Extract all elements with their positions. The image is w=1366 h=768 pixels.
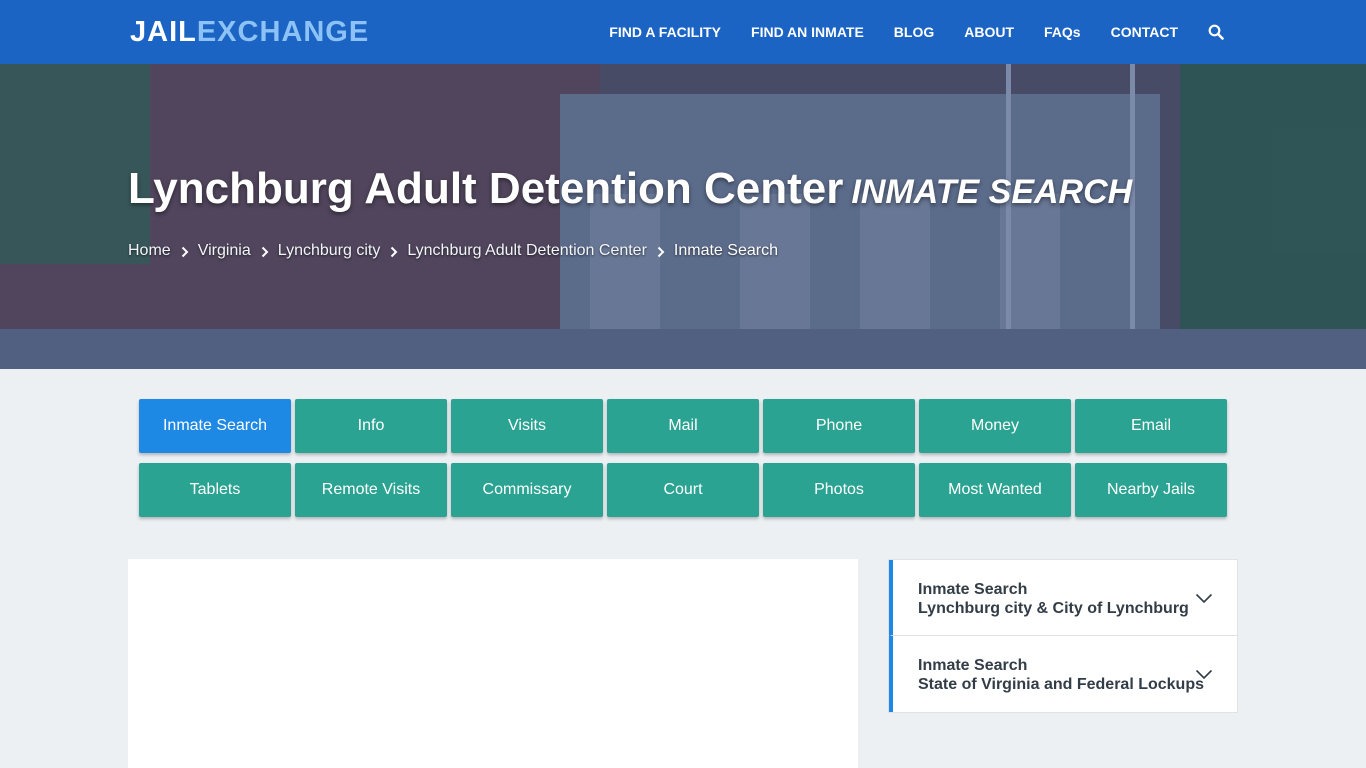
accordion-item-state-search[interactable]: Inmate Search State of Virginia and Fede…: [889, 636, 1237, 712]
accordion-item-subtitle: State of Virginia and Federal Lockups: [918, 676, 1204, 693]
chevron-down-icon: [1195, 667, 1213, 680]
btn-phone[interactable]: Phone: [763, 399, 915, 453]
page-title: Lynchburg Adult Detention Center Inmate S…: [128, 164, 1132, 214]
page-title-sub: Inmate Search: [851, 173, 1133, 211]
nav-find-facility[interactable]: FIND A FACILITY: [609, 24, 721, 40]
nav-find-inmate[interactable]: FIND AN INMATE: [751, 24, 864, 40]
sidebar-accordion: Inmate Search Lynchburg city & City of L…: [888, 559, 1238, 713]
btn-inmate-search[interactable]: Inmate Search: [139, 399, 291, 453]
accordion-item-title: Inmate Search: [918, 657, 1028, 674]
breadcrumb-facility[interactable]: Lynchburg Adult Detention Center: [407, 242, 647, 260]
chevron-right-icon: [657, 245, 665, 258]
btn-info[interactable]: Info: [295, 399, 447, 453]
btn-remote-visits[interactable]: Remote Visits: [295, 463, 447, 517]
breadcrumb-virginia[interactable]: Virginia: [198, 242, 251, 260]
accordion-item-subtitle: Lynchburg city & City of Lynchburg: [918, 600, 1189, 617]
page-title-main: Lynchburg Adult Detention Center: [128, 164, 844, 213]
hero-banner: Lynchburg Adult Detention Center Inmate S…: [0, 64, 1366, 369]
btn-most-wanted[interactable]: Most Wanted: [919, 463, 1071, 517]
btn-commissary[interactable]: Commissary: [451, 463, 603, 517]
logo-part-jail: JAIL: [130, 16, 197, 48]
breadcrumb-home[interactable]: Home: [128, 242, 171, 260]
accordion-item-local-search[interactable]: Inmate Search Lynchburg city & City of L…: [889, 560, 1237, 636]
chevron-down-icon: [1195, 591, 1213, 604]
btn-email[interactable]: Email: [1075, 399, 1227, 453]
search-icon[interactable]: [1208, 24, 1224, 40]
nav-blog[interactable]: BLOG: [894, 24, 934, 40]
site-logo[interactable]: JAILEXCHANGE: [130, 14, 369, 50]
btn-court[interactable]: Court: [607, 463, 759, 517]
breadcrumb-current: Inmate Search: [673, 242, 778, 259]
facility-section-buttons: Inmate Search Info Visits Mail Phone Mon…: [139, 399, 1227, 517]
accordion-item-title: Inmate Search: [918, 581, 1028, 598]
breadcrumb-lynchburg-city[interactable]: Lynchburg city: [278, 242, 381, 260]
btn-tablets[interactable]: Tablets: [139, 463, 291, 517]
btn-photos[interactable]: Photos: [763, 463, 915, 517]
nav-menu: FIND A FACILITY FIND AN INMATE BLOG ABOU…: [579, 0, 1224, 64]
chevron-right-icon: [261, 245, 269, 258]
btn-nearby-jails[interactable]: Nearby Jails: [1075, 463, 1227, 517]
btn-visits[interactable]: Visits: [451, 399, 603, 453]
chevron-right-icon: [390, 245, 398, 258]
top-navbar: JAILEXCHANGE FIND A FACILITY FIND AN INM…: [0, 0, 1366, 64]
nav-contact[interactable]: CONTACT: [1111, 24, 1178, 40]
main-content-panel: [128, 559, 858, 768]
hero-overlay: [0, 64, 1366, 369]
nav-faqs[interactable]: FAQs: [1044, 24, 1081, 40]
btn-mail[interactable]: Mail: [607, 399, 759, 453]
logo-part-exchange: EXCHANGE: [196, 16, 370, 48]
chevron-right-icon: [181, 245, 189, 258]
nav-about[interactable]: ABOUT: [964, 24, 1014, 40]
btn-money[interactable]: Money: [919, 399, 1071, 453]
breadcrumb: Home Virginia Lynchburg city Lynchburg A…: [128, 242, 778, 260]
